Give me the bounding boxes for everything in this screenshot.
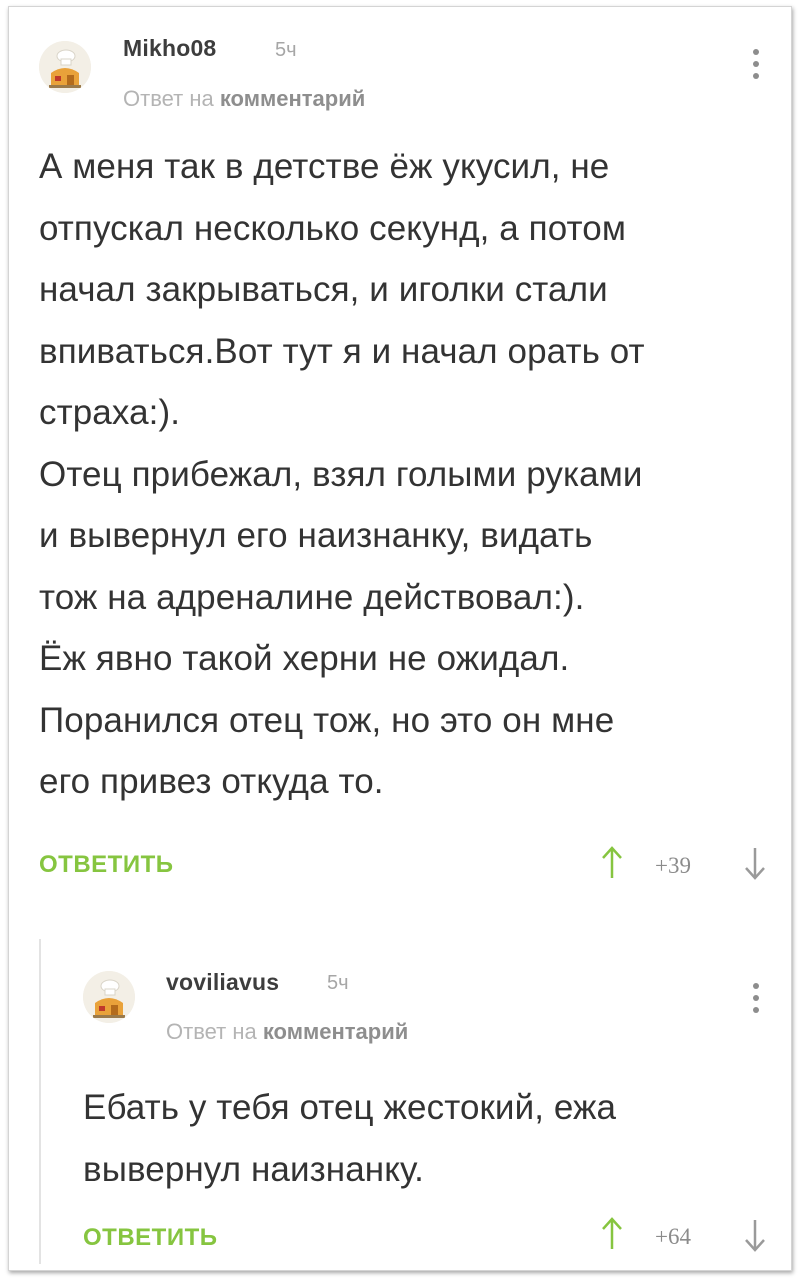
reply-to-comment-link[interactable]: комментарий bbox=[263, 1019, 408, 1044]
kebab-menu-icon[interactable] bbox=[751, 49, 761, 85]
comment-line: А меня так в детстве ёж укусил, не bbox=[39, 147, 610, 186]
arrow-down-icon[interactable] bbox=[744, 1219, 766, 1253]
reply-to-meta: Ответ на комментарий bbox=[166, 1019, 408, 1045]
arrow-up-icon[interactable] bbox=[601, 1216, 623, 1250]
comment-author[interactable]: voviliavus bbox=[166, 969, 279, 996]
chef-hat-house-avatar-icon bbox=[39, 41, 91, 93]
comment-item: Mikho08 5ч Ответ на комментарий А меня т… bbox=[9, 7, 791, 907]
comment-line: Ебать у тебя отец жестокий, ежа bbox=[83, 1088, 617, 1127]
reply-button[interactable]: ОТВЕТИТЬ bbox=[39, 851, 174, 879]
comment-line: его привез откуда то. bbox=[39, 762, 384, 801]
comment-line: и вывернул его наизнанку, видать bbox=[39, 516, 593, 555]
comment-line: начал закрываться, и иголки стали bbox=[39, 270, 608, 309]
comments-screenshot-frame: Mikho08 5ч Ответ на комментарий А меня т… bbox=[8, 6, 792, 1271]
comment-line: Поранился отец тож, но это он мне bbox=[39, 700, 615, 740]
comment-time: 5ч bbox=[327, 972, 349, 994]
reply-to-meta: Ответ на комментарий bbox=[123, 86, 365, 112]
comment-line: страха:). bbox=[39, 393, 181, 432]
comment-time: 5ч bbox=[275, 39, 297, 61]
comment-line: впиваться.Вот тут я и начал орать от bbox=[39, 331, 645, 371]
comment-author[interactable]: Mikho08 bbox=[123, 35, 216, 62]
comment-score: +39 bbox=[655, 853, 691, 878]
comment-line: Ёж явно такой херни не ожидал. bbox=[39, 639, 570, 678]
comment-line: отпускал несколько секунд, а потом bbox=[39, 208, 627, 248]
comment-line: вывернул наизнанку. bbox=[83, 1149, 424, 1189]
comment-score: +64 bbox=[655, 1224, 691, 1249]
reply-to-prefix: Ответ на bbox=[166, 1019, 263, 1044]
chef-hat-house-avatar-icon bbox=[83, 971, 135, 1023]
reply-button[interactable]: ОТВЕТИТЬ bbox=[83, 1224, 218, 1252]
kebab-menu-icon[interactable] bbox=[751, 983, 761, 1019]
user-avatar[interactable] bbox=[39, 41, 91, 93]
reply-to-comment-link[interactable]: комментарий bbox=[220, 86, 365, 111]
arrow-up-icon[interactable] bbox=[601, 845, 623, 879]
comment-line: Отец прибежал, взял голыми руками bbox=[39, 454, 643, 494]
arrow-down-icon[interactable] bbox=[744, 847, 766, 881]
comment-body: Ебать у тебя отец жестокий, ежа вывернул… bbox=[83, 1077, 773, 1200]
reply-comment-item: voviliavus 5ч Ответ на комментарий Ебать… bbox=[9, 942, 791, 1270]
reply-to-prefix: Ответ на bbox=[123, 86, 220, 111]
user-avatar[interactable] bbox=[83, 971, 135, 1023]
comment-line: тож на адреналине действовал:). bbox=[39, 577, 585, 617]
comment-body: А меня так в детстве ёж укусил, не отпус… bbox=[39, 136, 779, 813]
